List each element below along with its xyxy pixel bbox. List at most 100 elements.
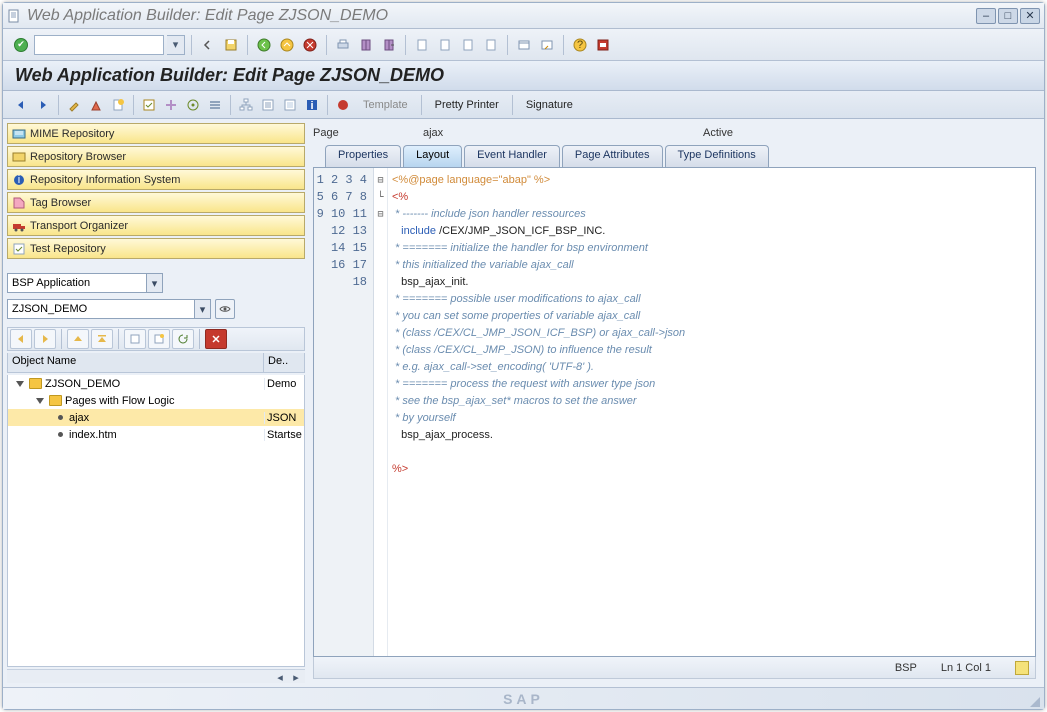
status-mode: BSP (895, 662, 917, 674)
tree-label: ZJSON_DEMO (45, 378, 120, 390)
scroll-left-icon[interactable]: ◂ (273, 670, 287, 684)
back-icon[interactable] (198, 35, 218, 55)
tree-toolbar (7, 327, 305, 351)
display-obj-icon[interactable] (280, 95, 300, 115)
tag-icon (12, 196, 26, 210)
first-page-icon[interactable] (412, 35, 432, 55)
nav-transport-organizer[interactable]: Transport Organizer (7, 215, 305, 236)
next-page-icon[interactable] (458, 35, 478, 55)
nav-mime-repository[interactable]: MIME Repository (7, 123, 305, 144)
activate-icon[interactable] (86, 95, 106, 115)
tab-page-attributes[interactable]: Page Attributes (562, 145, 663, 167)
expand-icon[interactable] (36, 398, 44, 404)
display-list-icon[interactable] (258, 95, 278, 115)
signature-button[interactable]: Signature (518, 99, 581, 111)
footer: SAP (3, 687, 1044, 709)
page-info-row: Page ajax Active (309, 123, 1040, 143)
page-status: Active (703, 127, 733, 139)
page-icon (58, 415, 63, 420)
tree-up-icon[interactable] (67, 329, 89, 349)
minimize-button[interactable]: ‒ (976, 8, 996, 24)
expand-icon[interactable] (16, 381, 24, 387)
tree-close-icon[interactable] (205, 329, 227, 349)
new-session-icon[interactable] (514, 35, 534, 55)
resize-grip-icon[interactable] (1030, 697, 1040, 707)
find-next-icon[interactable] (379, 35, 399, 55)
breakpoint-icon[interactable] (333, 95, 353, 115)
object-name-dropdown[interactable]: ZJSON_DEMO ▾ (7, 299, 211, 319)
ok-button[interactable]: ✔ (11, 35, 31, 55)
check-icon[interactable] (139, 95, 159, 115)
tree-add-icon[interactable] (124, 329, 146, 349)
arrow-right-icon[interactable] (33, 95, 53, 115)
tree-prev-icon[interactable] (10, 329, 32, 349)
tree-row-index[interactable]: index.htm Startse (8, 426, 304, 443)
tree-desc: Startse (264, 429, 304, 441)
close-button[interactable]: ✕ (1020, 8, 1040, 24)
tree-refresh-icon[interactable] (172, 329, 194, 349)
client-area: MIME Repository Repository Browser i Rep… (3, 119, 1044, 687)
last-page-icon[interactable] (481, 35, 501, 55)
command-field[interactable] (34, 35, 164, 55)
cancel-icon[interactable] (300, 35, 320, 55)
tree-label: index.htm (69, 429, 117, 441)
tab-event-handler[interactable]: Event Handler (464, 145, 560, 167)
code-editor[interactable]: 1 2 3 4 5 6 7 8 9 10 11 12 13 14 15 16 1… (313, 167, 1036, 657)
customize-icon[interactable] (593, 35, 613, 55)
tree-row-pages-folder[interactable]: Pages with Flow Logic (8, 392, 304, 409)
display-button[interactable] (215, 299, 235, 319)
new-page-icon[interactable] (108, 95, 128, 115)
tree-scrollbar[interactable]: ◂ ▸ (7, 669, 305, 683)
object-type-dropdown[interactable]: BSP Application ▾ (7, 273, 163, 293)
print-icon[interactable] (333, 35, 353, 55)
nav-back-icon[interactable] (254, 35, 274, 55)
svg-text:?: ? (577, 39, 583, 51)
test-icon[interactable] (183, 95, 203, 115)
nav-tag-browser[interactable]: Tag Browser (7, 192, 305, 213)
help-icon[interactable]: ? (570, 35, 590, 55)
truck-icon (12, 219, 26, 233)
save-icon[interactable] (221, 35, 241, 55)
nav-repository-info-system[interactable]: i Repository Information System (7, 169, 305, 190)
find-icon[interactable] (356, 35, 376, 55)
tree-col-objectname[interactable]: Object Name (8, 353, 264, 372)
nav-up-icon[interactable] (277, 35, 297, 55)
activate2-icon[interactable] (161, 95, 181, 115)
template-button[interactable]: Template (355, 99, 416, 111)
fold-column[interactable]: ⊟ └ ⊟ (374, 168, 388, 656)
tree-create-icon[interactable] (148, 329, 170, 349)
chevron-down-icon[interactable]: ▾ (146, 274, 162, 292)
edit-icon[interactable] (64, 95, 84, 115)
where-used-icon[interactable] (205, 95, 225, 115)
nav-label: Tag Browser (30, 197, 91, 209)
chevron-down-icon[interactable]: ▾ (194, 300, 210, 318)
page-label: Page (313, 127, 423, 139)
tree-top-icon[interactable] (91, 329, 113, 349)
tab-type-definitions[interactable]: Type Definitions (665, 145, 769, 167)
tree-col-description[interactable]: De.. (264, 353, 304, 372)
page-icon (58, 432, 63, 437)
maximize-button[interactable]: □ (998, 8, 1018, 24)
tree-row-ajax[interactable]: ajax JSON (8, 409, 304, 426)
tree-row-root[interactable]: ZJSON_DEMO Demo (8, 375, 304, 392)
arrow-left-icon[interactable] (11, 95, 31, 115)
folder-icon (49, 395, 62, 406)
hierarchy-icon[interactable] (236, 95, 256, 115)
tab-layout[interactable]: Layout (403, 145, 462, 167)
nav-repository-browser[interactable]: Repository Browser (7, 146, 305, 167)
page-value: ajax (423, 127, 703, 139)
line-gutter: 1 2 3 4 5 6 7 8 9 10 11 12 13 14 15 16 1… (314, 168, 374, 656)
code-area[interactable]: <%@page language="abap" %> <% * ------- … (388, 168, 1035, 656)
info-icon[interactable]: i (302, 95, 322, 115)
folder-icon (29, 378, 42, 389)
command-dropdown[interactable]: ▾ (167, 35, 185, 55)
editor-statusbar: BSP Ln 1 Col 1 (313, 657, 1036, 679)
tab-properties[interactable]: Properties (325, 145, 401, 167)
prev-page-icon[interactable] (435, 35, 455, 55)
object-tree[interactable]: ZJSON_DEMO Demo Pages with Flow Logic (7, 375, 305, 667)
pretty-printer-button[interactable]: Pretty Printer (427, 99, 507, 111)
nav-test-repository[interactable]: Test Repository (7, 238, 305, 259)
tree-next-icon[interactable] (34, 329, 56, 349)
shortcut-icon[interactable] (537, 35, 557, 55)
scroll-right-icon[interactable]: ▸ (289, 670, 303, 684)
